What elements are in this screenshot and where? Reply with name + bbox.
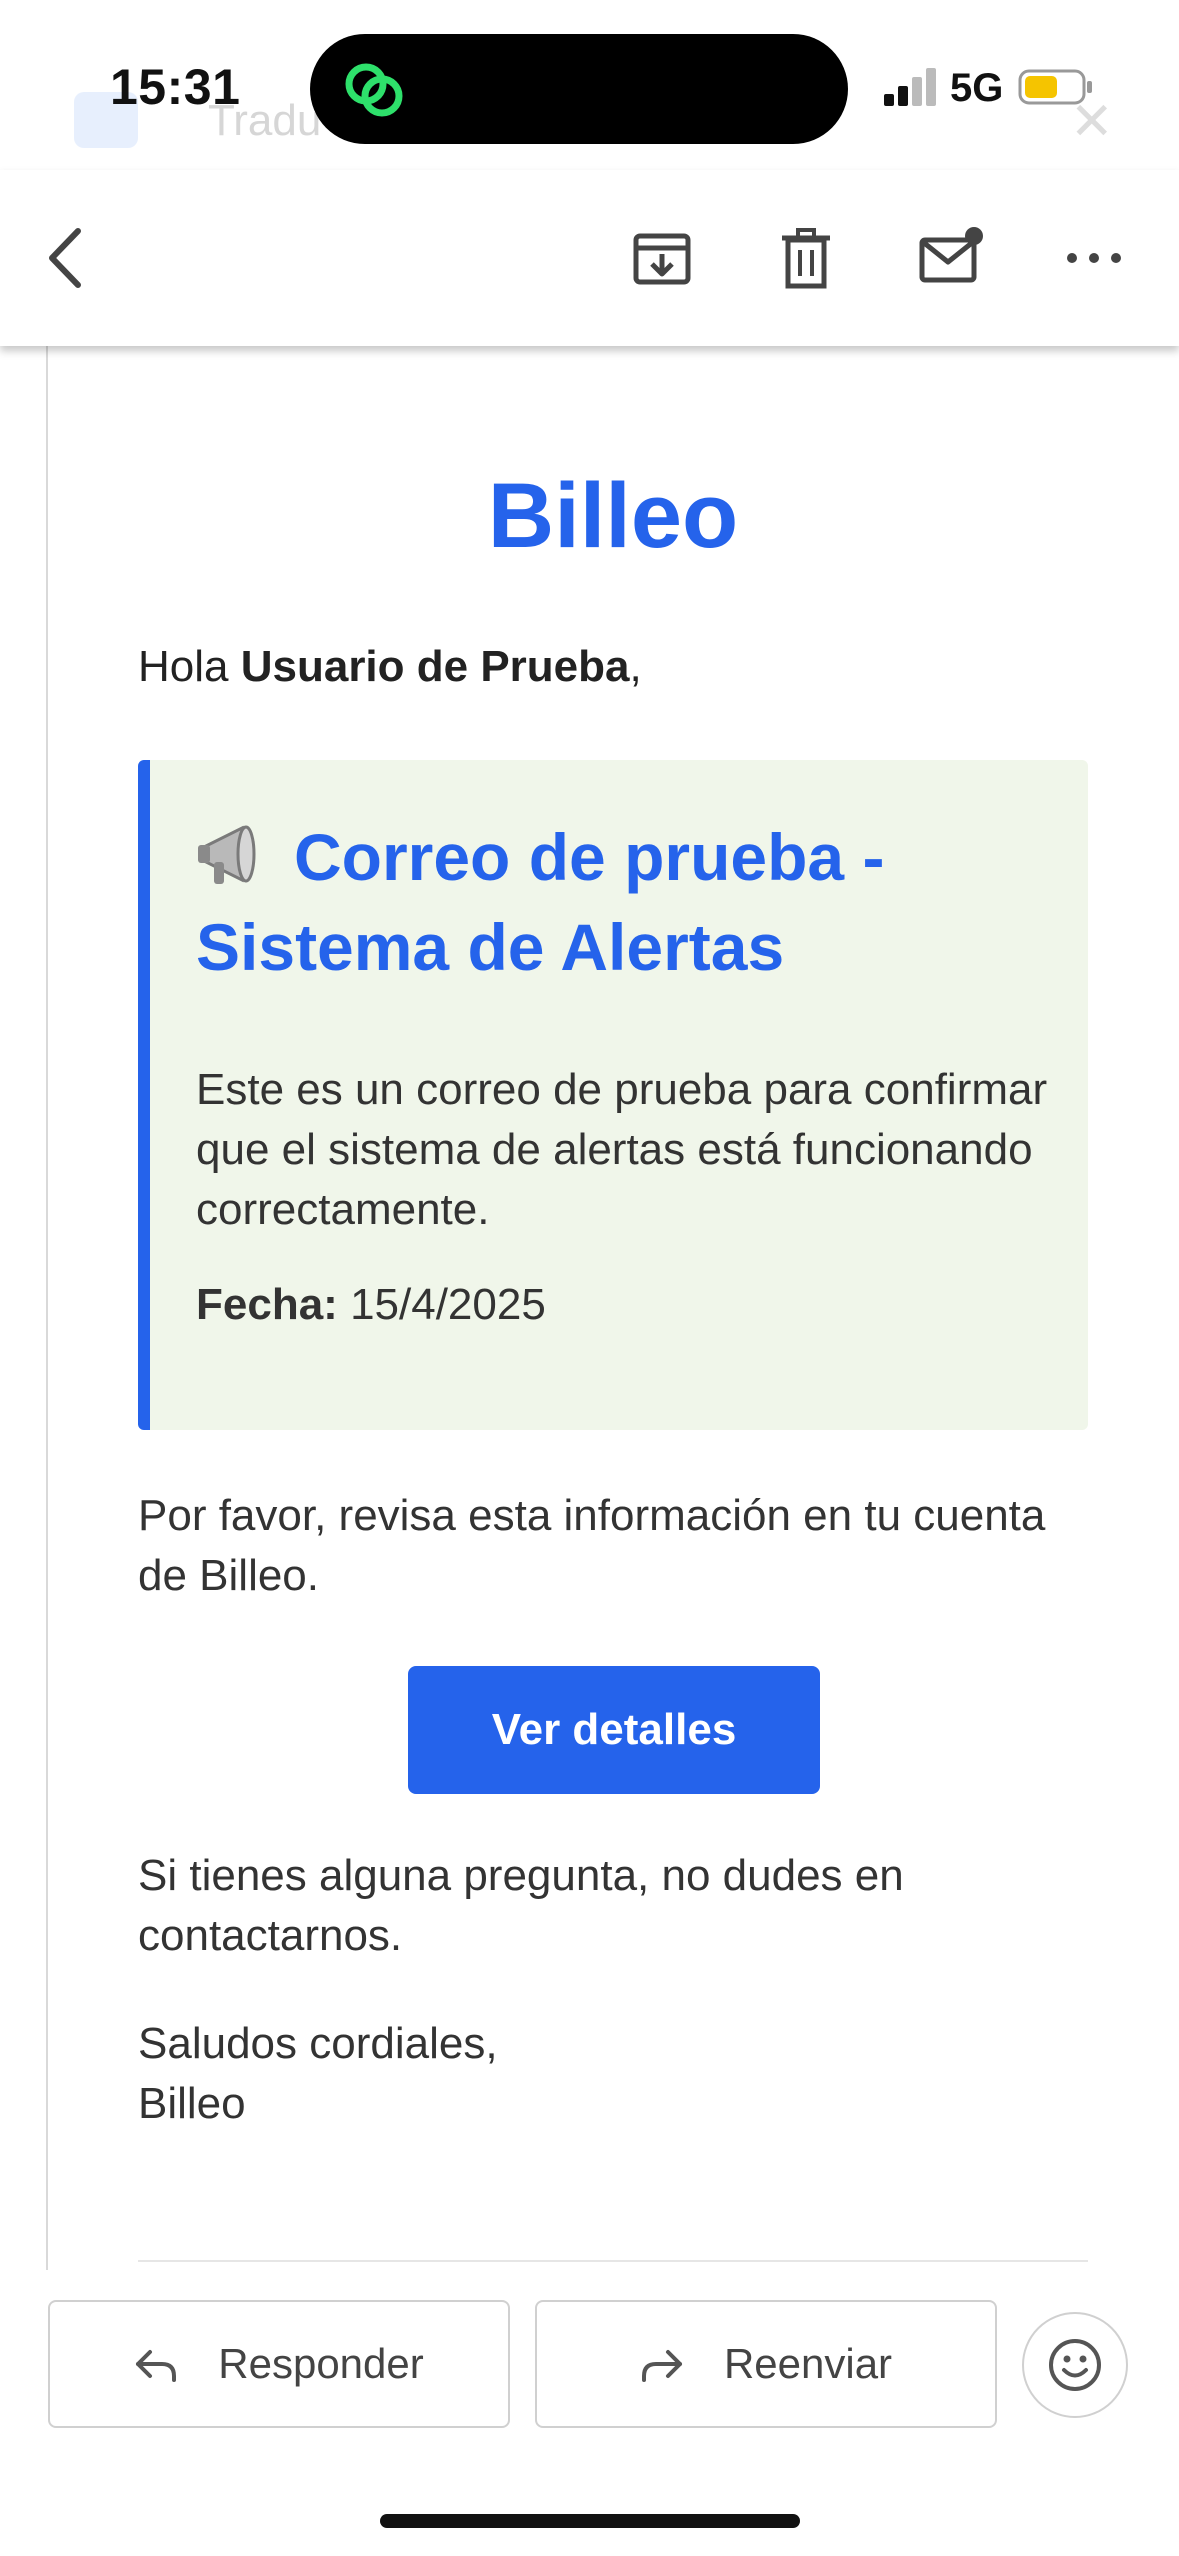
trash-icon bbox=[782, 228, 830, 289]
status-time: 15:31 bbox=[110, 59, 241, 115]
delete-button[interactable] bbox=[768, 220, 844, 296]
signature: Billeo bbox=[138, 2079, 246, 2128]
megaphone-icon bbox=[198, 825, 256, 884]
date-value: 15/4/2025 bbox=[350, 1280, 546, 1329]
divider bbox=[138, 2260, 1088, 2262]
signoff: Saludos cordiales, bbox=[138, 2019, 498, 2068]
network-type: 5G bbox=[950, 66, 1004, 110]
archive-button[interactable] bbox=[624, 220, 700, 296]
status-bar: Tradu ✕ 15:31 5G bbox=[0, 0, 1179, 170]
alert-date: Fecha: 15/4/2025 bbox=[196, 1280, 546, 1330]
alert-box: Correo de prueba - Sistema de Alertas Es… bbox=[138, 760, 1088, 1430]
greeting-prefix: Hola bbox=[138, 642, 241, 691]
emoji-reaction-icon bbox=[1049, 2339, 1101, 2391]
more-options-button[interactable] bbox=[1056, 220, 1132, 296]
alert-title-text: Correo de prueba - Sistema de Alertas bbox=[196, 820, 885, 984]
greeting: Hola Usuario de Prueba, bbox=[138, 642, 642, 692]
thread-indent-line bbox=[46, 346, 48, 2270]
mark-unread-button[interactable] bbox=[912, 220, 988, 296]
dynamic-island bbox=[310, 34, 848, 144]
alert-body: Este es un correo de prueba para confirm… bbox=[196, 1065, 1048, 1234]
chevron-left-icon bbox=[49, 228, 81, 288]
forward-icon bbox=[641, 2350, 682, 2382]
recipient-name: Usuario de Prueba bbox=[240, 642, 630, 691]
review-paragraph: Por favor, revisa esta información en tu… bbox=[138, 1491, 1046, 1600]
view-details-button[interactable]: Ver detalles bbox=[408, 1666, 820, 1794]
alert-title: Correo de prueba - Sistema de Alertas bbox=[196, 812, 1056, 992]
reply-label: Responder bbox=[218, 2340, 424, 2387]
brand-title: Billeo bbox=[487, 465, 739, 567]
mail-unread-icon bbox=[919, 227, 983, 283]
home-indicator[interactable] bbox=[380, 2514, 800, 2528]
greeting-suffix: , bbox=[629, 642, 642, 691]
emoji-reaction-button[interactable] bbox=[1022, 2312, 1128, 2418]
archive-icon bbox=[633, 233, 691, 285]
reply-button[interactable]: Responder bbox=[48, 2300, 510, 2428]
battery-icon bbox=[1018, 69, 1092, 105]
questions-paragraph: Si tienes alguna pregunta, no dudes en c… bbox=[138, 1851, 904, 1960]
back-button[interactable] bbox=[28, 220, 104, 296]
more-horizontal-icon bbox=[1067, 253, 1121, 263]
reply-icon bbox=[136, 2350, 177, 2382]
date-label: Fecha: bbox=[196, 1280, 338, 1329]
link-app-icon bbox=[345, 63, 403, 117]
forward-label: Reenviar bbox=[723, 2340, 893, 2387]
cellular-signal-icon bbox=[884, 68, 936, 106]
email-toolbar bbox=[0, 170, 1179, 346]
forward-button[interactable]: Reenviar bbox=[535, 2300, 997, 2428]
